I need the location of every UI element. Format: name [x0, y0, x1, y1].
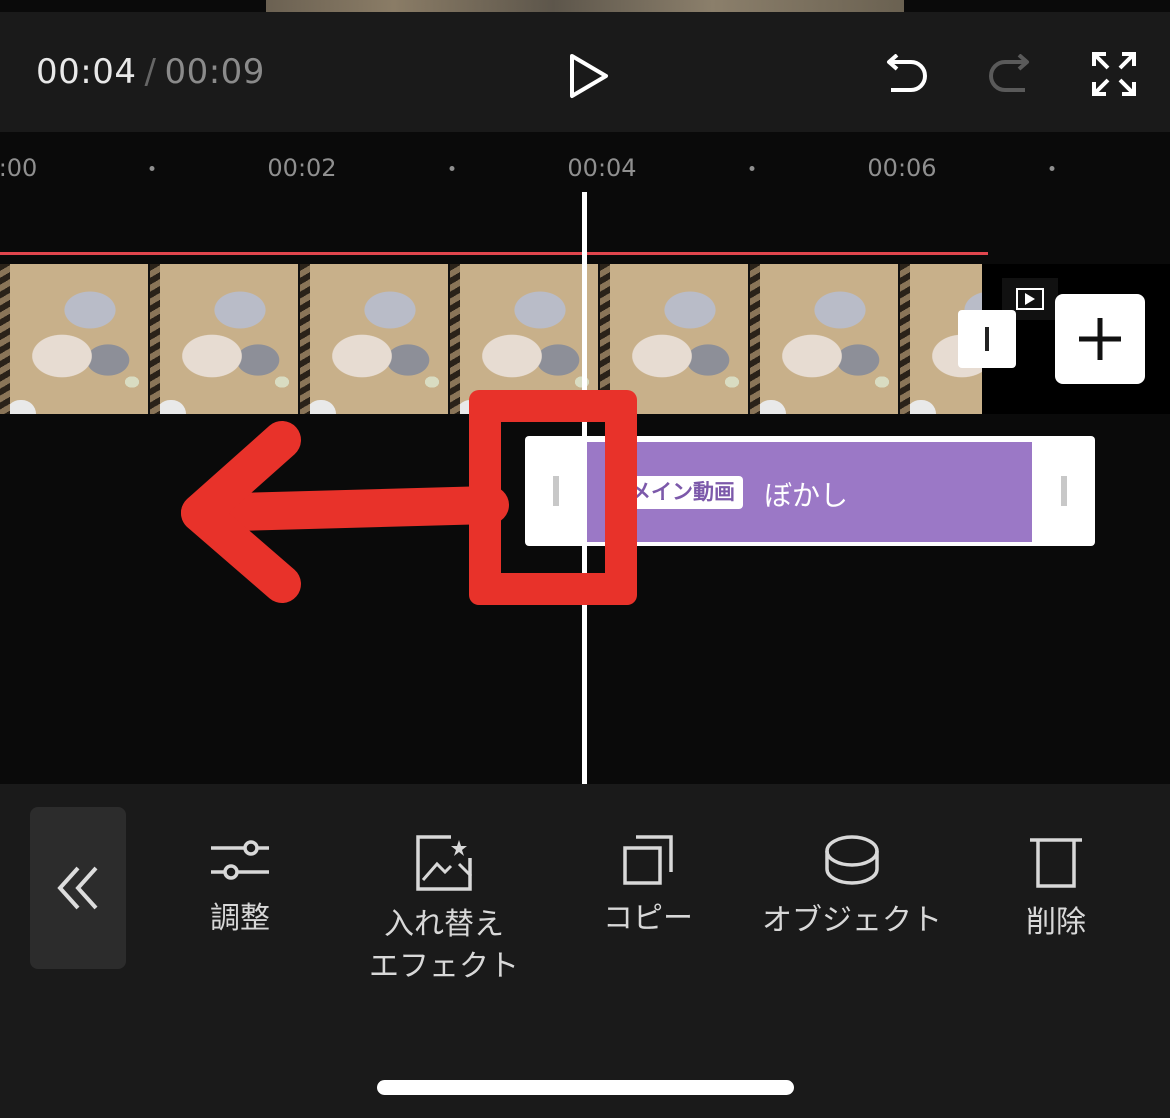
copy-tool[interactable]: コピー	[603, 834, 693, 940]
object-icon	[825, 835, 879, 885]
highlight-box-annotation	[469, 390, 637, 605]
double-chevron-left-icon	[57, 866, 98, 910]
delete-label: 削除	[1026, 905, 1086, 940]
collapse-button[interactable]	[30, 807, 126, 969]
object-tool[interactable]: オブジェクト	[762, 834, 942, 942]
adjust-label: 調整	[210, 901, 270, 936]
sliders-icon	[211, 840, 269, 880]
bottom-toolbar: 調整 入れ替え エフェクト コピー オブジェクト 削除	[0, 784, 1170, 1118]
copy-icon	[623, 835, 673, 885]
trash-icon	[1030, 838, 1082, 888]
delete-tool[interactable]: 削除	[1026, 834, 1086, 944]
replace-effect-icon	[416, 835, 473, 891]
adjust-tool[interactable]: 調整	[209, 834, 271, 940]
replace-effect-tool[interactable]: 入れ替え エフェクト	[369, 834, 519, 988]
replace-effect-label: 入れ替え エフェクト	[369, 907, 519, 984]
home-indicator[interactable]	[377, 1080, 794, 1095]
object-label: オブジェクト	[762, 903, 942, 938]
copy-label: コピー	[603, 901, 693, 936]
